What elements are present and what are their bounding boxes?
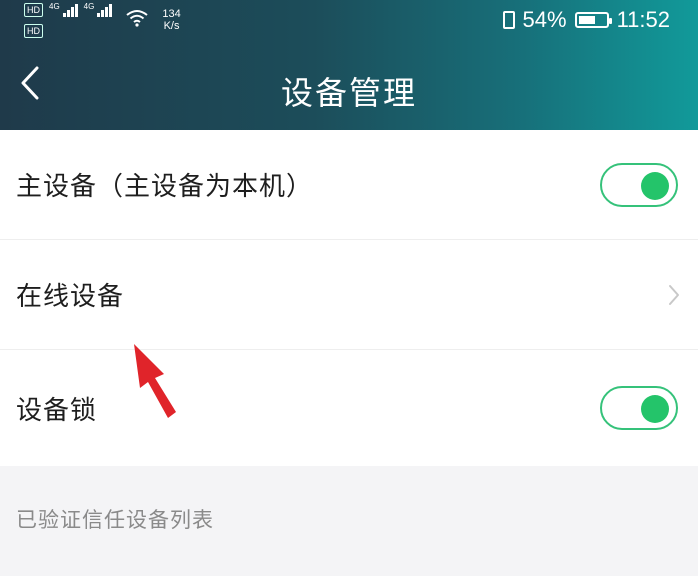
online-devices-label: 在线设备 (16, 282, 125, 312)
toggle-knob (641, 395, 669, 423)
speed-value: 134 (162, 8, 181, 20)
title-bar: 设备管理 (0, 48, 698, 130)
status-bar: HD 4G 4G HD 134 K/s 54% 11:52 (0, 0, 698, 40)
toggle-knob (641, 171, 669, 200)
wifi-icon (126, 9, 148, 31)
device-lock-label: 设备锁 (16, 395, 98, 426)
app-header: HD 4G 4G HD 134 K/s 54% 11:52 设备管理 (0, 0, 698, 130)
section-gap (0, 466, 698, 504)
speed-unit: K/s (163, 20, 180, 32)
network-speed: 134 K/s (162, 8, 180, 32)
network-type-sim1: 4G (49, 1, 60, 11)
device-lock-row: 设备锁 (0, 350, 698, 466)
trusted-devices-section-title: 已验证信任设备列表 (16, 508, 214, 532)
hd-badge-2: HD (24, 23, 43, 38)
hd-badge-1: HD (24, 2, 43, 17)
signal-icon-sim1: 4G (49, 1, 78, 17)
status-left: HD 4G 4G HD 134 K/s (24, 2, 181, 38)
primary-device-row: 主设备（主设备为本机） (0, 130, 698, 240)
vibrate-icon (502, 11, 515, 29)
chevron-right-icon (664, 283, 684, 307)
battery-percent: 54% (522, 7, 567, 32)
settings-list: 主设备（主设备为本机） 在线设备 设备锁 已验证信任设备列表 (0, 130, 698, 534)
page-title: 设备管理 (280, 74, 417, 112)
online-devices-row[interactable]: 在线设备 (0, 240, 698, 350)
signal-icon-sim2: 4G (83, 1, 113, 17)
battery-icon (574, 12, 612, 28)
network-type-sim2: 4G (83, 1, 95, 11)
primary-device-label: 主设备（主设备为本机） (16, 172, 314, 202)
status-right: 54% 11:52 (502, 4, 670, 36)
primary-device-toggle[interactable] (600, 162, 678, 207)
clock: 11:52 (616, 7, 670, 32)
annotation-arrow-icon (134, 344, 176, 418)
signal-group: HD 4G 4G HD (24, 1, 113, 38)
device-lock-toggle[interactable] (600, 386, 678, 430)
